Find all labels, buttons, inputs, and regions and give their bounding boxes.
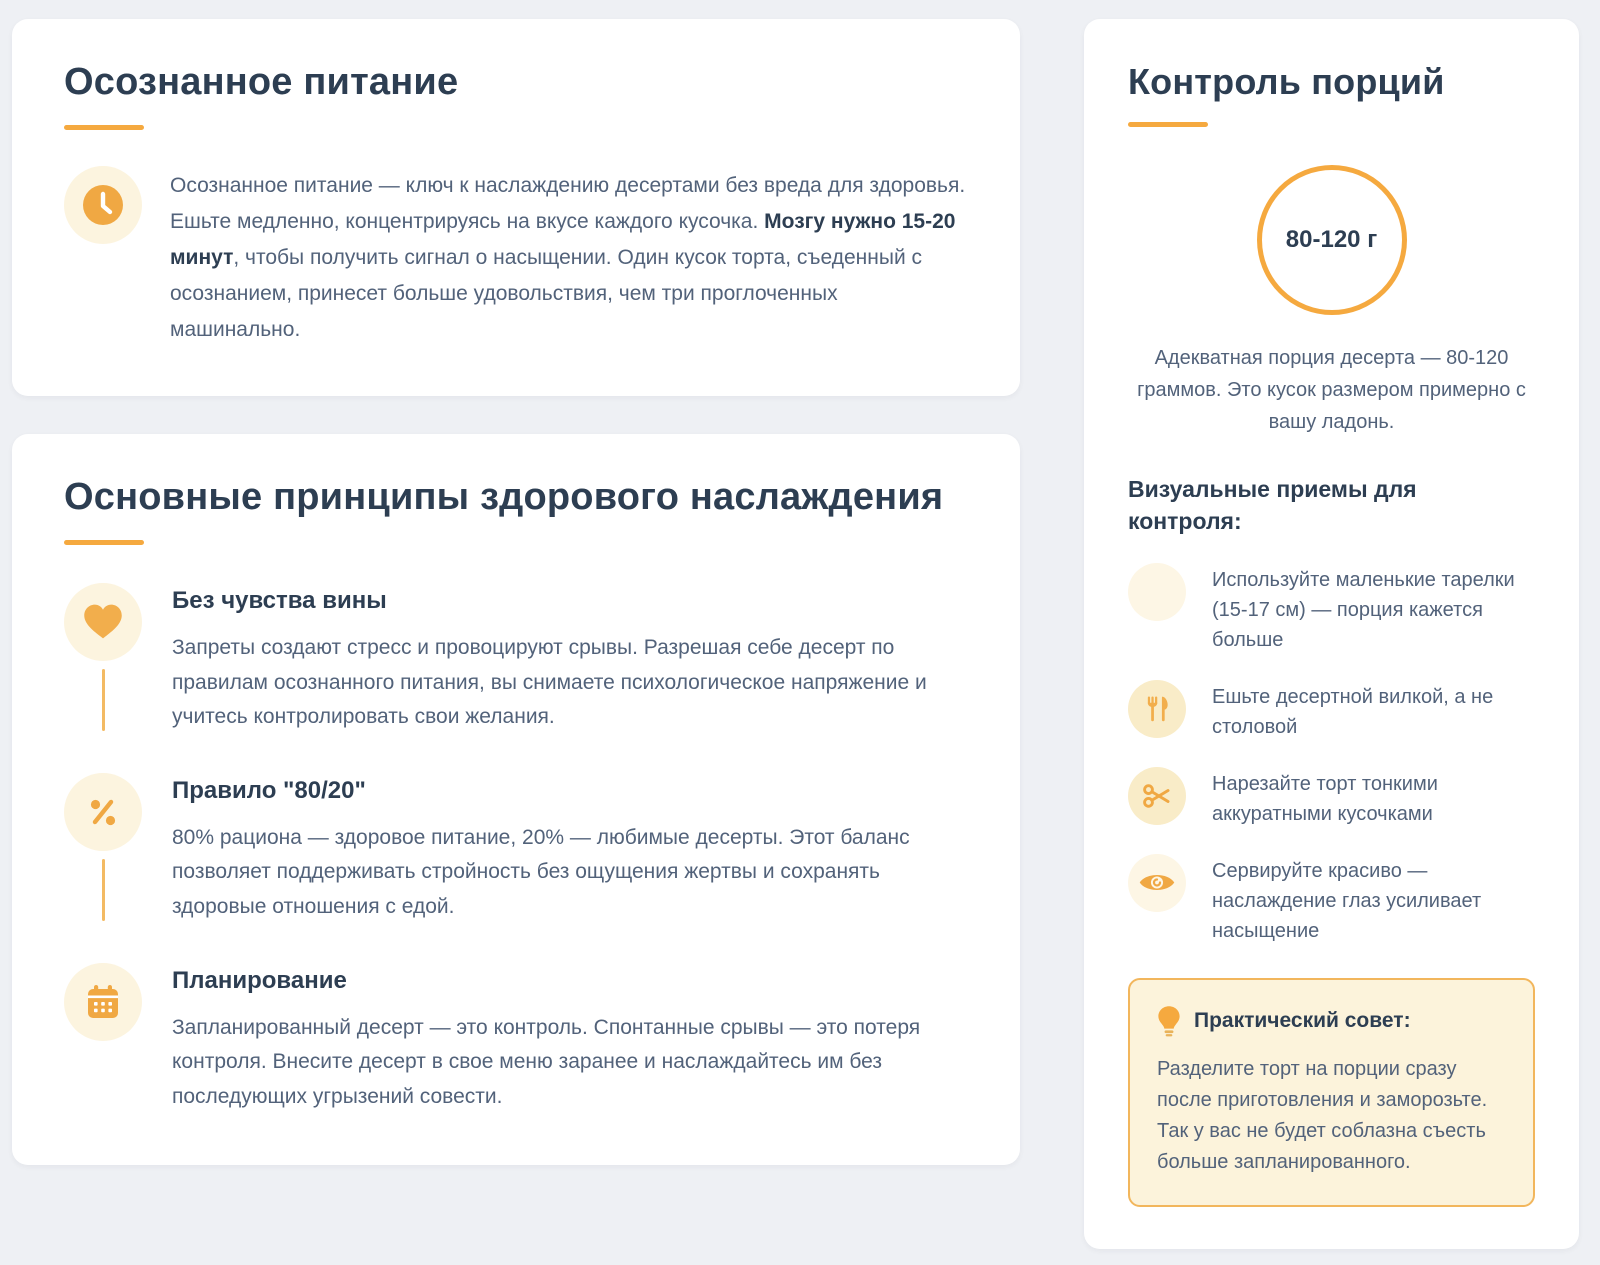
right-column: Контроль порций 80-120 г Адекватная порц…: [1084, 19, 1579, 1250]
tip-dessert-fork: Ешьте десертной вилкой, а не столовой: [1128, 679, 1535, 742]
mindful-eating-card: Осознанное питание Осознанное питание — …: [12, 19, 1020, 397]
principles-title: Основные принципы здорового наслаждения: [64, 476, 944, 519]
principle-heading: Правило "80/20": [172, 776, 366, 804]
principle-planning: Планирование Запланированный десерт — эт…: [64, 962, 968, 1115]
principle-80-20: Правило "80/20" 80% рациона — здоровое п…: [64, 772, 968, 925]
principle-text: Запреты создают стресс и провоцируют сры…: [172, 635, 927, 729]
principle-body: Правило "80/20" 80% рациона — здоровое п…: [172, 773, 968, 925]
mindful-eating-title: Осознанное питание: [64, 61, 459, 103]
mindful-eating-row: Осознанное питание — ключ к наслаждению …: [64, 165, 968, 349]
principle-text: Запланированный десерт — это контроль. С…: [172, 1015, 921, 1109]
tip-thin-slices: Нарезайте торт тонкими аккуратными кусоч…: [1128, 766, 1535, 829]
visual-tricks-heading: Визуальные приемы для контроля:: [1128, 476, 1417, 534]
portion-size-circle: 80-120 г: [1256, 165, 1407, 316]
principle-no-guilt: Без чувства вины Запреты создают стресс …: [64, 582, 968, 735]
accent-underline: [64, 539, 144, 545]
page: Осознанное питание Осознанное питание — …: [0, 0, 1600, 1265]
tip-text: Сервируйте красиво — наслаждение глаз ус…: [1212, 859, 1482, 942]
portion-control-card: Контроль порций 80-120 г Адекватная порц…: [1084, 19, 1579, 1250]
tip-text: Используйте маленькие тарелки (15-17 см)…: [1212, 568, 1515, 651]
principle-heading: Планирование: [172, 966, 347, 994]
principle-body: Планирование Запланированный десерт — эт…: [172, 963, 968, 1115]
scissors-icon: [1128, 766, 1186, 825]
principle-text: 80% рациона — здоровое питание, 20% — лю…: [172, 825, 910, 919]
percent-icon: [64, 772, 142, 851]
principle-icon-column: [64, 772, 142, 925]
cutlery-icon: [1128, 679, 1186, 738]
portion-size-value: 80-120 г: [1285, 226, 1378, 254]
lightbulb-icon: [1157, 1005, 1181, 1037]
clock-icon: [64, 165, 142, 244]
practical-advice-box: Практический совет: Разделите торт на по…: [1128, 977, 1535, 1208]
principle-icon-column: [64, 582, 142, 735]
left-column: Осознанное питание Осознанное питание — …: [12, 19, 1020, 1165]
portion-description: Адекватная порция десерта — 80-120 грамм…: [1137, 347, 1526, 433]
paragraph-end: , чтобы получить сигнал о насыщении. Оди…: [170, 245, 923, 342]
principles-card: Основные принципы здорового наслаждения …: [12, 434, 1020, 1165]
tip-text: Ешьте десертной вилкой, а не столовой: [1212, 685, 1494, 738]
heart-icon: [64, 582, 142, 661]
timeline-connector: [101, 858, 105, 921]
advice-title: Практический совет:: [1194, 1008, 1411, 1032]
principle-heading: Без чувства вины: [172, 586, 387, 614]
accent-underline: [1128, 122, 1208, 128]
principle-icon-column: [64, 962, 142, 1115]
advice-title-row: Практический совет:: [1157, 1005, 1506, 1037]
plate-icon: [1128, 562, 1186, 621]
eye-icon: [1128, 853, 1186, 912]
portion-control-title: Контроль порций: [1128, 61, 1445, 102]
tip-text: Нарезайте торт тонкими аккуратными кусоч…: [1212, 772, 1438, 825]
tip-small-plates: Используйте маленькие тарелки (15-17 см)…: [1128, 562, 1535, 655]
principle-body: Без чувства вины Запреты создают стресс …: [172, 583, 968, 735]
mindful-eating-paragraph: Осознанное питание — ключ к наслаждению …: [170, 166, 968, 349]
timeline-connector: [101, 668, 105, 731]
tip-serve-beautifully: Сервируйте красиво — наслаждение глаз ус…: [1128, 853, 1535, 946]
advice-text: Разделите торт на порции сразу после при…: [1157, 1057, 1488, 1174]
calendar-icon: [64, 962, 142, 1041]
accent-underline: [64, 124, 144, 130]
